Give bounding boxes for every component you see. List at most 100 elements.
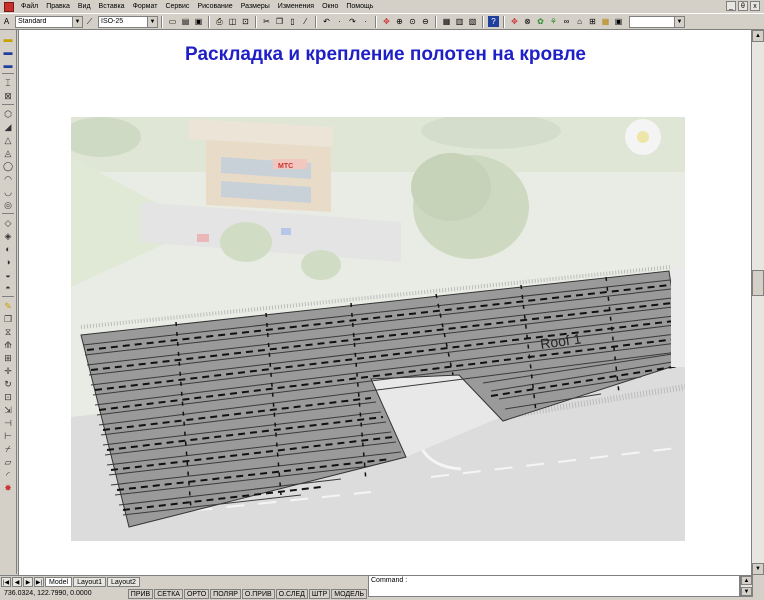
surface-tab-icon[interactable]: ◑ [2, 256, 14, 268]
close-button[interactable]: x [750, 1, 760, 11]
3d-cone-icon[interactable]: ◬ [2, 147, 14, 159]
surface-3dface-icon[interactable]: ◈ [2, 230, 14, 242]
fillet-icon[interactable]: ◜ [2, 469, 14, 481]
prev-tab-icon[interactable]: ◀ [12, 576, 22, 587]
scale-icon[interactable]: ⊡ [2, 391, 14, 403]
print-preview-icon[interactable]: ◫ [227, 16, 238, 27]
layer-props-icon[interactable]: ▬ [2, 46, 14, 58]
redo-dropdown-icon[interactable]: · [360, 16, 371, 27]
ortho-toggle[interactable]: ОРТО [183, 588, 210, 599]
grid-toggle[interactable]: СЕТКА [154, 588, 183, 599]
scroll-up-button[interactable]: ▲ [752, 30, 764, 42]
restore-button[interactable]: θ [738, 1, 748, 11]
model-toggle[interactable]: МОДЕЛЬ [331, 588, 367, 599]
otrack-toggle[interactable]: О.СЛЕД [275, 588, 308, 599]
properties-icon[interactable]: ▦ [441, 16, 452, 27]
command-line[interactable]: Command : [368, 575, 740, 597]
surface-ruled-icon[interactable]: ◒ [2, 269, 14, 281]
3d-box-icon[interactable]: ⬡ [2, 108, 14, 120]
app-icon[interactable] [4, 1, 14, 12]
menu-insert[interactable]: Вставка [95, 0, 129, 13]
menu-help[interactable]: Помощь [342, 0, 377, 13]
menu-dimension[interactable]: Размеры [237, 0, 274, 13]
command-scroll-down[interactable]: ▼ [741, 587, 752, 596]
text-style-select[interactable]: Standard ▼ [15, 15, 83, 28]
snap-toggle[interactable]: ПРИВ [127, 588, 154, 599]
lineweight-toggle[interactable]: ШТР [308, 588, 331, 599]
command-scrollbar[interactable]: ▲ ▼ [740, 575, 753, 597]
copy-icon[interactable]: ❐ [274, 16, 285, 27]
tab-model[interactable]: Model [45, 576, 73, 587]
menu-file[interactable]: Файл [17, 0, 42, 13]
roof-tool-7-icon[interactable]: ⊞ [587, 16, 598, 27]
3d-dish-icon[interactable]: ◡ [2, 186, 14, 198]
last-tab-icon[interactable]: ▶| [34, 576, 44, 587]
extend-icon[interactable]: ⊢ [2, 430, 14, 442]
first-tab-icon[interactable]: |◀ [1, 576, 11, 587]
open-file-icon[interactable]: ▤ [180, 16, 191, 27]
print-icon[interactable]: ⎙ [214, 16, 225, 27]
3d-dome-icon[interactable]: ◠ [2, 173, 14, 185]
scroll-thumb[interactable] [752, 270, 764, 296]
tool-palettes-icon[interactable]: ▧ [467, 16, 478, 27]
dim-style-select[interactable]: ISO-25 ▼ [98, 15, 158, 28]
drawing-canvas[interactable]: Раскладка и крепление полотен на кровле … [18, 30, 752, 575]
3d-torus-icon[interactable]: ◎ [2, 199, 14, 211]
roof-tool-3-icon[interactable]: ✿ [535, 16, 546, 27]
menu-tools[interactable]: Сервис [161, 0, 193, 13]
command-scroll-up[interactable]: ▲ [741, 576, 752, 585]
redo-icon[interactable]: ↷ [347, 16, 358, 27]
chamfer-icon[interactable]: ▱ [2, 456, 14, 468]
layer-off-icon[interactable]: ▬ [2, 59, 14, 71]
menu-format[interactable]: Формат [129, 0, 162, 13]
explode-icon[interactable]: ✸ [2, 482, 14, 494]
ucs-icon[interactable]: ⊠ [2, 90, 14, 102]
layer-tool-icon[interactable]: ▬ [2, 33, 14, 45]
erase-icon[interactable]: ✎ [2, 300, 14, 312]
3d-wedge-icon[interactable]: ◢ [2, 121, 14, 133]
match-properties-icon[interactable]: ⁄ [300, 16, 311, 27]
roof-tool-5-icon[interactable]: ∞ [561, 16, 572, 27]
polar-toggle[interactable]: ПОЛЯР [210, 588, 241, 599]
trim-icon[interactable]: ⊣ [2, 417, 14, 429]
menu-view[interactable]: Вид [74, 0, 95, 13]
roof-tool-9-icon[interactable]: ▣ [613, 16, 624, 27]
roof-tool-4-icon[interactable]: ⚘ [548, 16, 559, 27]
array-icon[interactable]: ⊞ [2, 352, 14, 364]
chevron-down-icon[interactable]: ▼ [674, 16, 684, 27]
surface-mesh-icon[interactable]: ◓ [2, 282, 14, 294]
paste-icon[interactable]: ▯ [287, 16, 298, 27]
roof-tool-2-icon[interactable]: ⊗ [522, 16, 533, 27]
roof-tool-1-icon[interactable]: ✥ [509, 16, 520, 27]
xref-icon[interactable]: ⌶ [2, 77, 14, 89]
copy-object-icon[interactable]: ❐ [2, 313, 14, 325]
menu-modify[interactable]: Изменения [274, 0, 318, 13]
surface-revolve-icon[interactable]: ◐ [2, 243, 14, 255]
stretch-icon[interactable]: ⇲ [2, 404, 14, 416]
publish-icon[interactable]: ⊡ [240, 16, 251, 27]
move-icon[interactable]: ✛ [2, 365, 14, 377]
scroll-down-button[interactable]: ▼ [752, 563, 764, 575]
mirror-icon[interactable]: ⧖ [2, 326, 14, 338]
chevron-down-icon[interactable]: ▼ [147, 16, 157, 27]
break-icon[interactable]: ⌿ [2, 443, 14, 455]
roof-tool-6-icon[interactable]: ⌂ [574, 16, 585, 27]
new-file-icon[interactable]: ▭ [167, 16, 178, 27]
chevron-down-icon[interactable]: ▼ [72, 16, 82, 27]
osnap-toggle[interactable]: О.ПРИВ [241, 588, 275, 599]
zoom-previous-icon[interactable]: ⊖ [420, 16, 431, 27]
pan-icon[interactable]: ✥ [381, 16, 392, 27]
layer-select[interactable]: ▼ [629, 15, 685, 28]
offset-icon[interactable]: ⟰ [2, 339, 14, 351]
design-center-icon[interactable]: ▥ [454, 16, 465, 27]
menu-window[interactable]: Окно [318, 0, 342, 13]
3d-sphere-icon[interactable]: ◯ [2, 160, 14, 172]
tab-layout1[interactable]: Layout1 [73, 576, 106, 587]
surface-edge-icon[interactable]: ◇ [2, 217, 14, 229]
tab-layout2[interactable]: Layout2 [107, 576, 140, 587]
zoom-realtime-icon[interactable]: ⊕ [394, 16, 405, 27]
help-icon[interactable]: ? [488, 16, 499, 27]
menu-edit[interactable]: Правка [42, 0, 74, 13]
roof-tool-8-icon[interactable]: ▦ [600, 16, 611, 27]
menu-draw[interactable]: Рисование [193, 0, 236, 13]
